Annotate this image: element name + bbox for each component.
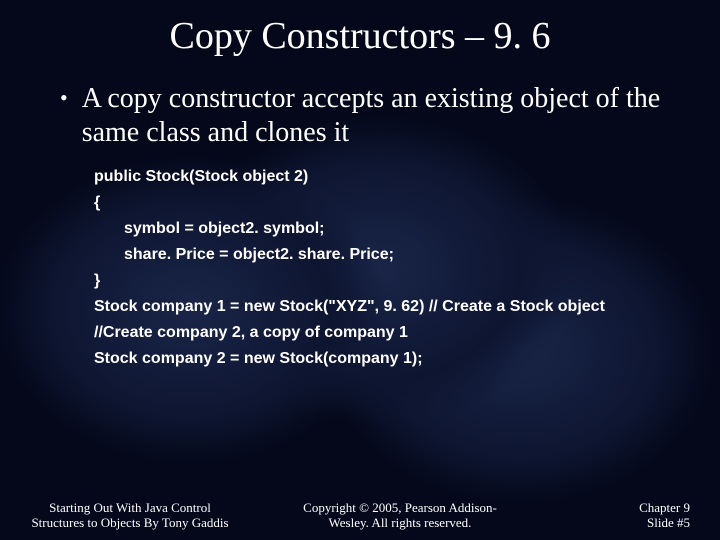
footer-chapter: Chapter 9 — [570, 500, 690, 515]
code-line: } — [94, 268, 680, 294]
bullet-item: • A copy constructor accepts an existing… — [60, 82, 680, 150]
footer-right: Chapter 9 Slide #5 — [570, 500, 690, 530]
footer-slide-number: Slide #5 — [570, 515, 690, 530]
code-line: share. Price = object2. share. Price; — [124, 242, 680, 268]
code-block: public Stock(Stock object 2) { symbol = … — [94, 164, 680, 372]
bullet-marker: • — [60, 82, 68, 114]
slide-title: Copy Constructors – 9. 6 — [0, 0, 720, 58]
code-line: { — [94, 190, 680, 216]
code-line: symbol = object2. symbol; — [124, 216, 680, 242]
code-line: public Stock(Stock object 2) — [94, 164, 680, 190]
footer-left: Starting Out With Java Control Structure… — [30, 500, 230, 530]
slide-footer: Starting Out With Java Control Structure… — [0, 500, 720, 530]
footer-center: Copyright © 2005, Pearson Addison-Wesley… — [290, 500, 510, 530]
slide-content: • A copy constructor accepts an existing… — [0, 58, 720, 372]
code-line: Stock company 2 = new Stock(company 1); — [94, 346, 680, 372]
bullet-text: A copy constructor accepts an existing o… — [82, 82, 680, 150]
code-line: //Create company 2, a copy of company 1 — [94, 320, 680, 346]
code-line: Stock company 1 = new Stock("XYZ", 9. 62… — [94, 294, 680, 320]
